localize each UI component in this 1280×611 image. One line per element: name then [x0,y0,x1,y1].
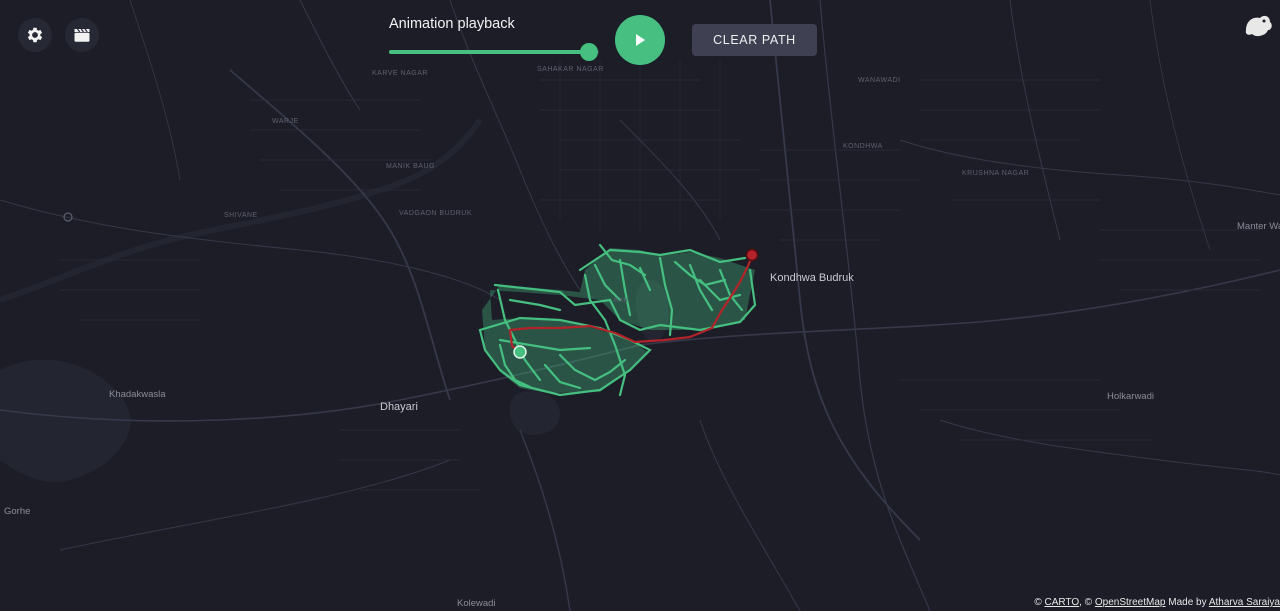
logo-icon[interactable] [1242,10,1274,42]
label-dhayari: Dhayari [380,401,418,413]
map-attribution: © CARTO, © OpenStreetMap Made by Atharva… [1034,597,1280,608]
clear-path-button[interactable]: CLEAR PATH [692,24,817,56]
label-khadakwasla: Khadakwasla [109,389,166,400]
play-button[interactable] [615,15,665,65]
copyright-text-2: , © [1079,597,1093,608]
label-katraj: Katr [614,297,629,304]
openstreetmap-link[interactable]: OpenStreetMap [1095,597,1166,608]
end-node-icon[interactable] [745,248,759,262]
label-wanawadi: WANAWADI [858,77,901,84]
label-kondhwa: KONDHWA [843,143,883,150]
settings-button[interactable] [18,18,52,52]
gear-icon [27,27,43,43]
label-gorhe: Gorhe [4,506,31,517]
label-karve-nagar: KARVE NAGAR [372,70,428,77]
label-warje: WARJE [272,118,299,125]
clapperboard-icon [74,28,90,42]
made-by-text: Made by [1168,597,1207,608]
label-kolewadi: Kolewadi [457,598,496,609]
label-sahakar-nagar: SAHAKAR NAGAR [537,66,604,73]
playback-speed-slider[interactable] [389,43,599,61]
label-krushna-nagar: KRUSHNA NAGAR [962,170,1030,177]
label-manik-baug: MANIK BAUG [386,163,435,170]
copyright-text: © [1034,597,1042,608]
playback-title: Animation playback [389,16,515,32]
carto-link[interactable]: CARTO [1045,597,1080,608]
slider-thumb[interactable] [579,43,598,61]
play-icon [636,34,645,46]
slider-fill [389,50,589,54]
label-vadgaon-budruk: VADGAON BUDRUK [399,210,472,217]
label-kondhwa-budruk: Kondhwa Budruk [770,272,854,284]
label-holkarwadi: Holkarwadi [1107,391,1154,402]
label-shivane: SHIVANE [224,212,258,219]
label-manter-wadi: Manter Wa [1237,221,1280,232]
author-link[interactable]: Atharva Saraiya [1209,597,1280,608]
map-canvas[interactable] [0,0,1280,611]
animation-settings-button[interactable] [65,18,99,52]
start-node-icon[interactable] [513,345,527,359]
